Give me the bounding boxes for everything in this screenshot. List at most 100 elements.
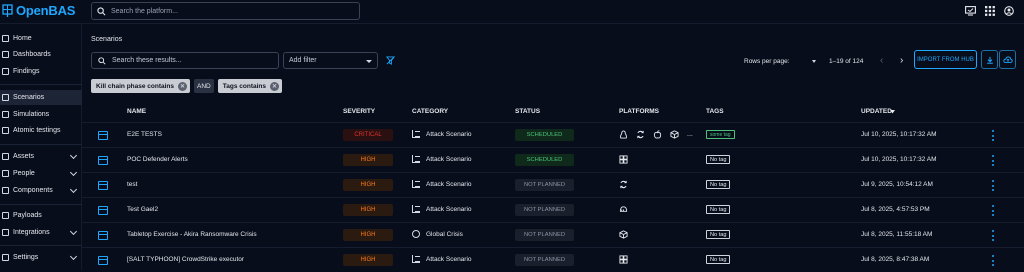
- tag-chip[interactable]: No tag: [706, 180, 731, 189]
- more-vertical-icon[interactable]: [992, 230, 995, 241]
- scenario-name[interactable]: [SALT TYPHOON] CrowdStrike executor: [127, 256, 244, 263]
- scenario-name[interactable]: E2E TESTS: [127, 131, 162, 138]
- updated-date: Jul 10, 2025, 10:17:32 AM: [861, 156, 937, 163]
- agentless-icon: [637, 130, 644, 139]
- tag-chip[interactable]: No tag: [706, 155, 731, 164]
- platforms-overflow: ...: [687, 131, 693, 138]
- status-badge: SCHEDULED: [515, 154, 574, 166]
- cloud-upload-icon: [1002, 56, 1013, 63]
- apps-grid-icon[interactable]: [985, 6, 995, 16]
- table-header: NAME SEVERITY CATEGORY STATUS PLATFORMS …: [82, 104, 1024, 120]
- caret-down-icon: [366, 60, 372, 63]
- scenario-name[interactable]: Tabletop Exercise - Akira Ransomware Cri…: [127, 231, 257, 238]
- pagination-range: 1–19 of 124: [829, 58, 864, 65]
- scenario-name[interactable]: Test Gael2: [127, 206, 158, 213]
- tag-chip[interactable]: No tag: [706, 230, 731, 239]
- column-header-updated[interactable]: UPDATED: [861, 108, 892, 115]
- chevron-down-icon: [69, 252, 78, 261]
- logo[interactable]: OpenBAS: [2, 3, 75, 18]
- findings-icon: [2, 68, 9, 75]
- sidebar-item-components[interactable]: Components: [0, 183, 82, 198]
- filter-search-input[interactable]: Search these results...: [91, 52, 279, 69]
- close-icon[interactable]: ✕: [270, 81, 279, 91]
- sidebar-item-atomic-testings[interactable]: Atomic testings: [0, 123, 82, 138]
- sidebar-item-assets[interactable]: Assets: [0, 149, 82, 164]
- filter-chip-label: Kill chain phase contains: [96, 82, 175, 90]
- platforms-cell: [619, 205, 628, 214]
- chevron-down-icon: [69, 227, 78, 236]
- people-icon: [2, 170, 9, 177]
- tag-chip[interactable]: No tag: [706, 255, 731, 264]
- global-search-placeholder: Search the platform...: [111, 7, 178, 15]
- filter-chip-tags[interactable]: Tags contains ✕: [217, 79, 282, 93]
- scenario-icon: [98, 156, 108, 165]
- search-icon: [97, 6, 106, 15]
- filter-chip-kill-chain[interactable]: Kill chain phase contains ✕: [91, 79, 191, 93]
- add-filter-select[interactable]: Add filter: [283, 52, 378, 69]
- sidebar-item-scenarios[interactable]: Scenarios: [0, 90, 82, 105]
- table-row[interactable]: Tabletop Exercise - Akira Ransomware Cri…: [82, 222, 1024, 247]
- status-badge: NOT PLANNED: [515, 204, 574, 216]
- main-content: Scenarios Search these results... Add fi…: [82, 24, 1024, 270]
- user-account-icon[interactable]: [1004, 6, 1014, 16]
- severity-badge: HIGH: [343, 254, 393, 266]
- column-header-status[interactable]: STATUS: [515, 108, 540, 115]
- more-vertical-icon[interactable]: [992, 130, 995, 141]
- simulations-icon: [2, 111, 9, 118]
- column-header-name[interactable]: NAME: [127, 108, 146, 115]
- column-header-tags[interactable]: TAGS: [706, 108, 724, 115]
- scenarios-icon: [2, 94, 9, 101]
- table-row[interactable]: [SALT TYPHOON] CrowdStrike executor HIGH…: [82, 247, 1024, 272]
- updated-date: Jul 8, 2025, 4:57:53 PM: [861, 206, 930, 213]
- filter-operator-toggle[interactable]: AND: [194, 79, 214, 93]
- column-header-category[interactable]: CATEGORY: [412, 108, 448, 115]
- severity-badge: HIGH: [343, 154, 393, 166]
- category-label: Attack Scenario: [426, 130, 472, 138]
- updated-date: Jul 8, 2025, 8:47:38 AM: [861, 256, 930, 263]
- table-row[interactable]: Test Gael2 HIGH Attack Scenario NOT PLAN…: [82, 197, 1024, 222]
- sidebar-item-settings[interactable]: Settings: [0, 250, 82, 265]
- category-cell: Global Crisis: [412, 230, 463, 238]
- sidebar-item-payloads[interactable]: Payloads: [0, 208, 82, 223]
- clear-filters-icon[interactable]: [386, 56, 395, 65]
- scenario-name[interactable]: POC Defender Alerts: [127, 156, 188, 163]
- monitor-icon[interactable]: [965, 6, 976, 16]
- platforms-cell: [619, 180, 628, 189]
- sidebar-item-integrations[interactable]: Integrations: [0, 225, 82, 240]
- more-vertical-icon[interactable]: [992, 180, 995, 191]
- sidebar-divider: [0, 144, 82, 145]
- sidebar-item-people[interactable]: People: [0, 166, 82, 181]
- table-row[interactable]: E2E TESTS CRITICAL Attack Scenario SCHED…: [82, 122, 1024, 147]
- sidebar-item-dashboards[interactable]: Dashboards: [0, 47, 82, 62]
- close-icon[interactable]: ✕: [178, 81, 188, 91]
- more-vertical-icon[interactable]: [992, 255, 995, 266]
- column-header-platforms[interactable]: PLATFORMS: [619, 108, 659, 115]
- upload-button[interactable]: [999, 50, 1016, 69]
- sidebar-item-findings[interactable]: Findings: [0, 64, 82, 79]
- assets-icon: [2, 153, 9, 160]
- chevron-down-icon: [69, 151, 78, 160]
- export-button[interactable]: [981, 50, 998, 69]
- rows-per-page-select[interactable]: [804, 60, 816, 63]
- sidebar-item-home[interactable]: Home: [0, 31, 82, 46]
- global-search-input[interactable]: Search the platform...: [91, 2, 360, 20]
- more-vertical-icon[interactable]: [992, 155, 995, 166]
- windows-icon: [619, 255, 628, 264]
- more-vertical-icon[interactable]: [992, 205, 995, 216]
- dashboard-icon: [2, 51, 9, 58]
- sort-desc-icon[interactable]: [890, 110, 895, 114]
- column-header-severity[interactable]: SEVERITY: [343, 108, 375, 115]
- table-row[interactable]: POC Defender Alerts HIGH Attack Scenario…: [82, 147, 1024, 172]
- sidebar-item-simulations[interactable]: Simulations: [0, 107, 82, 122]
- table-row[interactable]: test HIGH Attack Scenario NOT PLANNED No…: [82, 172, 1024, 197]
- sidebar-item-label: Payloads: [13, 212, 42, 219]
- import-from-hub-button[interactable]: IMPORT FROM HUB: [914, 50, 977, 69]
- previous-page-icon[interactable]: ‹: [880, 55, 883, 66]
- windows-icon: [619, 155, 628, 164]
- next-page-icon[interactable]: ›: [900, 55, 903, 66]
- sidebar-item-label: Home: [13, 35, 32, 42]
- scenario-name[interactable]: test: [127, 181, 137, 188]
- tag-chip[interactable]: some tag: [706, 130, 735, 139]
- apple-icon: [653, 130, 662, 139]
- tag-chip[interactable]: No tag: [706, 205, 731, 214]
